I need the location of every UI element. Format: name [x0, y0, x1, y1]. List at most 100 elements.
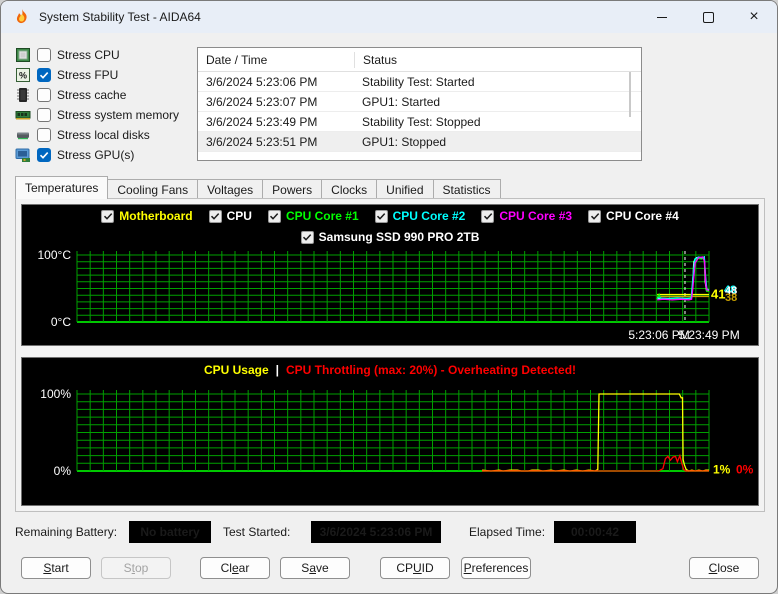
fpu-label: Stress FPU	[57, 68, 118, 82]
stress-option-cache: Stress cache	[15, 85, 195, 105]
legend-label: CPU Core #4	[606, 209, 679, 223]
svg-text:5:23:49 PM: 5:23:49 PM	[678, 328, 739, 342]
log-table-scrollbar[interactable]	[629, 72, 631, 117]
svg-text:41: 41	[711, 287, 725, 302]
disk-checkbox[interactable]	[37, 128, 51, 142]
cache-label: Stress cache	[57, 88, 126, 102]
log-cell-status: Stability Test: Started	[354, 75, 641, 89]
minimize-button[interactable]	[639, 1, 685, 33]
close-button[interactable]: ×	[731, 1, 777, 33]
log-row[interactable]: 3/6/2024 5:23:07 PMGPU1: Started	[198, 92, 641, 112]
cpu-checkbox[interactable]	[37, 48, 51, 62]
tab-unified[interactable]: Unified	[376, 179, 433, 199]
temperature-chart: 100°C0°C5:23:06 PM5:23:49 PM48484138	[22, 205, 758, 345]
legend-item-cpu: CPU	[209, 209, 252, 223]
chart-header-text: CPU Throttling (max: 20%) - Overheating …	[286, 363, 576, 377]
svg-text:100%: 100%	[40, 387, 71, 401]
event-log-table[interactable]: Date / TimeStatus 3/6/2024 5:23:06 PMSta…	[197, 47, 642, 161]
close-icon: ×	[749, 9, 758, 25]
legend-label: CPU Core #3	[499, 209, 572, 223]
svg-text:100°C: 100°C	[38, 248, 72, 262]
legend-item-cpu-core-1: CPU Core #1	[268, 209, 359, 223]
stop-button[interactable]: Stop	[101, 557, 171, 579]
maximize-icon	[703, 12, 714, 23]
cpu-usage-chart-title: CPU Usage | CPU Throttling (max: 20%) - Ov…	[22, 363, 758, 377]
maximize-button[interactable]	[685, 1, 731, 33]
chart-header-text: |	[276, 363, 279, 377]
legend-checkbox[interactable]	[481, 210, 494, 223]
log-column-date-time[interactable]: Date / Time	[198, 53, 354, 67]
temperature-legend-row-1: MotherboardCPUCPU Core #1CPU Core #2CPU …	[22, 209, 758, 223]
tab-content-pane: 100°C0°C5:23:06 PM5:23:49 PM48484138 Mot…	[15, 198, 765, 512]
legend-checkbox[interactable]	[375, 210, 388, 223]
remaining-battery-value: No battery	[129, 521, 211, 543]
log-row[interactable]: 3/6/2024 5:23:51 PMGPU1: Stopped	[198, 132, 641, 152]
preferences-button[interactable]: Preferences	[461, 557, 531, 579]
log-cell-time: 3/6/2024 5:23:49 PM	[198, 115, 354, 129]
stress-option-gpu: Stress GPU(s)	[15, 145, 195, 165]
save-button[interactable]: Save	[280, 557, 350, 579]
elapsed-time-value: 00:00:42	[554, 521, 636, 543]
legend-item-cpu-core-4: CPU Core #4	[588, 209, 679, 223]
tab-voltages[interactable]: Voltages	[197, 179, 263, 199]
tab-powers[interactable]: Powers	[262, 179, 322, 199]
legend-checkbox[interactable]	[301, 231, 314, 244]
log-row[interactable]: 3/6/2024 5:23:06 PMStability Test: Start…	[198, 72, 641, 92]
cpuid-button[interactable]: CPUID	[380, 557, 450, 579]
clear-button[interactable]: Clear	[200, 557, 270, 579]
legend-label: CPU	[227, 209, 252, 223]
log-cell-time: 3/6/2024 5:23:51 PM	[198, 135, 354, 149]
minimize-icon	[657, 17, 667, 18]
svg-text:0%: 0%	[54, 464, 72, 478]
svg-text:0°C: 0°C	[51, 315, 71, 329]
memory-checkbox[interactable]	[37, 108, 51, 122]
legend-label: Motherboard	[119, 209, 192, 223]
chart-header-text: CPU Usage	[204, 363, 269, 377]
stress-option-cpu: Stress CPU	[15, 45, 195, 65]
legend-label: Samsung SSD 990 PRO 2TB	[319, 230, 480, 244]
tab-cooling-fans[interactable]: Cooling Fans	[107, 179, 198, 199]
log-cell-time: 3/6/2024 5:23:07 PM	[198, 95, 354, 109]
log-cell-status: GPU1: Started	[354, 95, 641, 109]
cpu-label: Stress CPU	[57, 48, 120, 62]
stress-options: Stress CPU% Stress FPU Stress cache Stress …	[15, 45, 195, 165]
close-button[interactable]: Close	[689, 557, 759, 579]
temperature-legend-row-2: Samsung SSD 990 PRO 2TB	[22, 230, 758, 244]
start-button[interactable]: Start	[21, 557, 91, 579]
temperature-chart-panel: 100°C0°C5:23:06 PM5:23:49 PM48484138 Mot…	[21, 204, 759, 346]
cache-icon	[15, 87, 31, 103]
log-column-status[interactable]: Status	[354, 52, 641, 68]
fpu-icon: %	[15, 67, 31, 83]
title-bar: System Stability Test - AIDA64 ×	[1, 1, 777, 33]
svg-text:1%: 1%	[713, 462, 731, 476]
legend-checkbox[interactable]	[588, 210, 601, 223]
legend-checkbox[interactable]	[209, 210, 222, 223]
tab-clocks[interactable]: Clocks	[321, 179, 377, 199]
log-table-header: Date / TimeStatus	[198, 48, 641, 72]
disk-icon	[15, 127, 31, 143]
tab-statistics[interactable]: Statistics	[433, 179, 501, 199]
log-table-body: 3/6/2024 5:23:06 PMStability Test: Start…	[198, 72, 641, 152]
legend-item-motherboard: Motherboard	[101, 209, 192, 223]
fpu-checkbox[interactable]	[37, 68, 51, 82]
legend-item-cpu-core-3: CPU Core #3	[481, 209, 572, 223]
memory-icon	[15, 107, 31, 123]
cache-checkbox[interactable]	[37, 88, 51, 102]
legend-item-samsung-ssd-990-pro-2tb: Samsung SSD 990 PRO 2TB	[301, 230, 480, 244]
test-started-value: 3/6/2024 5:23:06 PM	[311, 521, 441, 543]
tab-temperatures[interactable]: Temperatures	[15, 176, 108, 199]
stress-option-memory: Stress system memory	[15, 105, 195, 125]
legend-checkbox[interactable]	[268, 210, 281, 223]
system-stability-test-window: System Stability Test - AIDA64 × Stress …	[0, 0, 778, 594]
gpu-checkbox[interactable]	[37, 148, 51, 162]
legend-checkbox[interactable]	[101, 210, 114, 223]
log-cell-time: 3/6/2024 5:23:06 PM	[198, 75, 354, 89]
gpu-icon	[15, 147, 31, 163]
disk-label: Stress local disks	[57, 128, 150, 142]
log-cell-status: Stability Test: Stopped	[354, 115, 641, 129]
svg-text:%: %	[19, 71, 27, 81]
cpu-usage-chart: 100%0%1%0%	[22, 358, 758, 505]
gpu-label: Stress GPU(s)	[57, 148, 134, 162]
legend-label: CPU Core #1	[286, 209, 359, 223]
log-row[interactable]: 3/6/2024 5:23:49 PMStability Test: Stopp…	[198, 112, 641, 132]
